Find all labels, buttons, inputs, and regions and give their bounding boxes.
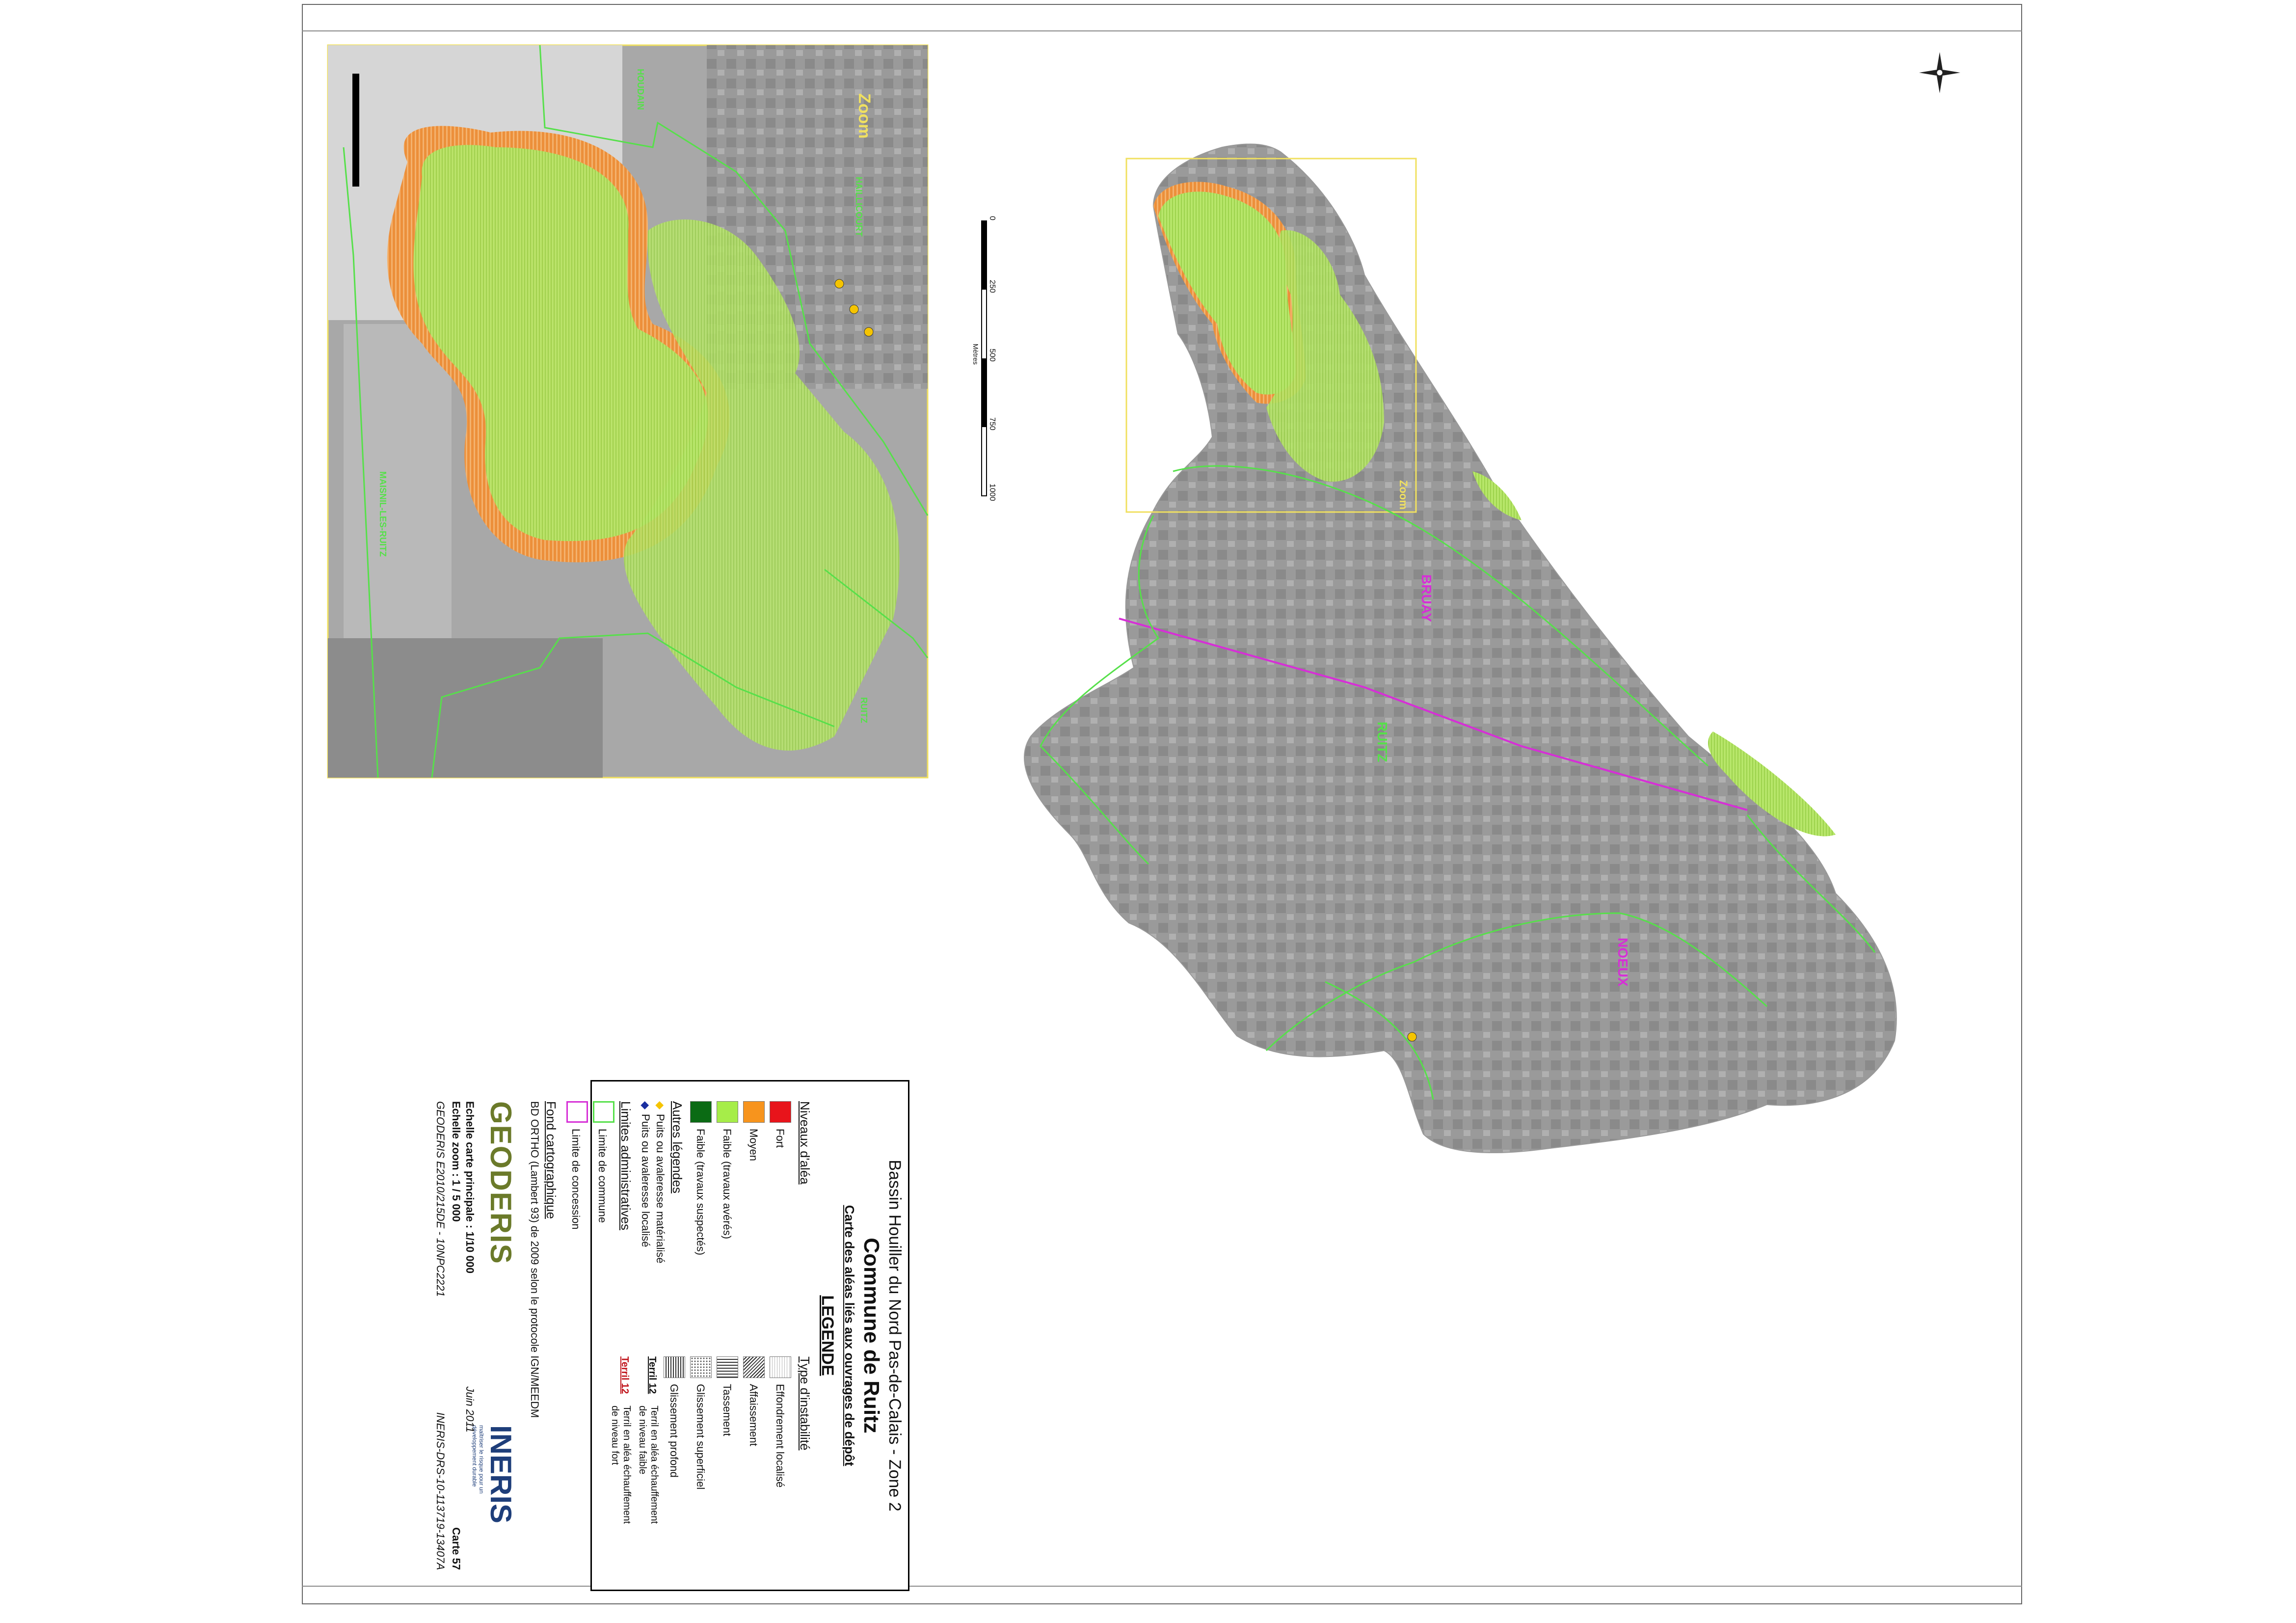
swatch-commune bbox=[593, 1101, 614, 1123]
title-line-1: Bassin Houiller du Nord Pas-de-Calais - … bbox=[885, 1160, 904, 1512]
ref-right: INERIS-DRS-10-113719-13407A bbox=[434, 1412, 447, 1570]
map-sheet: Zoom HOUDAIN HAILLICOURT MAISNIL-LES-RUI… bbox=[0, 0, 2296, 1623]
zoom-commune-label: MAISNIL-LES-RUITZ bbox=[378, 471, 388, 557]
title-line-2: Commune de Ruitz bbox=[859, 1238, 883, 1434]
scale-tick: 1000 bbox=[988, 484, 996, 501]
commune-label-ruitz: RUITZ bbox=[1375, 722, 1390, 762]
fond-text: BD ORTHO (Lambert 93) de 2009 selon le p… bbox=[529, 1101, 541, 1418]
scale-tick: 750 bbox=[988, 417, 996, 431]
legend-heading: LEGENDE bbox=[818, 1295, 837, 1376]
date: Juin 2011 bbox=[464, 1386, 476, 1433]
main-well-marker bbox=[1407, 1032, 1417, 1042]
legend-label: Limite de concession bbox=[570, 1129, 582, 1230]
zoom-label: Zoom bbox=[855, 93, 874, 139]
legend-label: Moyen bbox=[748, 1129, 760, 1162]
legend-label: Fort bbox=[774, 1129, 786, 1148]
ref-left: GEODERIS E2010/215DE - 10NPC2221 bbox=[434, 1101, 447, 1297]
legend-label: de niveau faible bbox=[637, 1406, 648, 1475]
zoom-well-marker bbox=[834, 279, 844, 289]
swatch-concession bbox=[566, 1101, 588, 1123]
ineris-tagline: maîtriser le risque pour un développemen… bbox=[471, 1425, 485, 1494]
scale-tick: 500 bbox=[988, 349, 996, 362]
swatch-glissement-profond bbox=[664, 1356, 685, 1378]
instab-heading: Type d'instabilité bbox=[798, 1356, 812, 1451]
swatch-affaissement bbox=[743, 1356, 765, 1378]
legend-label: Affaissement bbox=[748, 1384, 760, 1446]
zoom-well-marker bbox=[864, 327, 874, 337]
commune-label-noeux: NOEUX bbox=[1615, 938, 1630, 987]
main-map bbox=[1024, 143, 1897, 1154]
legend-panel: Bassin Houiller du Nord Pas-de-Calais - … bbox=[434, 1080, 909, 1591]
carte-number: Carte 57 bbox=[450, 1527, 462, 1570]
swatch-fort bbox=[770, 1101, 791, 1123]
zoom-commune-label: RUITZ bbox=[859, 697, 869, 723]
legend-label: Puits ou avaleresse matérialisé bbox=[654, 1114, 667, 1264]
scale-tick: 250 bbox=[988, 280, 996, 293]
map-graphics bbox=[327, 44, 1960, 1154]
scale-unit: Mètres bbox=[972, 344, 980, 365]
scale-main: Echelle carte principale : 1/10 000 bbox=[464, 1101, 476, 1273]
swatch-moyen bbox=[743, 1101, 765, 1123]
legend-label: Faible (travaux avérés) bbox=[721, 1129, 733, 1239]
zoom-north-marker bbox=[352, 74, 359, 187]
autres-heading: Autres légendes bbox=[670, 1101, 685, 1193]
legend-label: de niveau fort bbox=[610, 1406, 620, 1465]
zoom-commune-label: HOUDAIN bbox=[636, 69, 645, 110]
terril-tag: Terril 12 bbox=[619, 1356, 630, 1394]
commune-label-bruay: BRUAY bbox=[1419, 574, 1434, 622]
legend-label: Glissement profond bbox=[668, 1384, 680, 1478]
niveaux-heading: Niveaux d'aléa bbox=[798, 1101, 812, 1185]
title-line-3: Carte des aléas liés aux ouvrages de dép… bbox=[842, 1205, 857, 1466]
fond-heading: Fond cartographique bbox=[544, 1101, 559, 1219]
terril-tag: Terril 12 bbox=[647, 1356, 658, 1394]
well-materialized-icon: ◆ bbox=[654, 1101, 667, 1109]
well-localized-icon: ◆ bbox=[640, 1101, 652, 1109]
legend-label: Faible (travaux suspectés) bbox=[694, 1129, 707, 1255]
geoderis-logo: GEODERIS bbox=[484, 1101, 517, 1265]
compass-icon bbox=[1919, 52, 1960, 93]
scale-bar bbox=[981, 220, 987, 496]
scale-tick: 0 bbox=[988, 216, 996, 220]
legend-label: Tassement bbox=[721, 1384, 733, 1436]
legend-label: Terril en aléa échauffement bbox=[649, 1406, 660, 1524]
legend-label: Puits ou avaleresse localisé bbox=[640, 1114, 652, 1247]
swatch-effondrement bbox=[770, 1356, 791, 1378]
legend-label: Terril en aléa échauffement bbox=[621, 1406, 632, 1524]
swatch-tassement bbox=[717, 1356, 738, 1378]
zoom-well-marker bbox=[849, 304, 859, 314]
zoom-field-dark bbox=[328, 638, 603, 778]
swatch-faible-averes bbox=[717, 1101, 738, 1123]
zoom-inset bbox=[327, 44, 929, 779]
zoom-commune-label: HAILLICOURT bbox=[854, 177, 864, 237]
legend-label: Limite de commune bbox=[596, 1129, 609, 1223]
ineris-logo: INERIS bbox=[484, 1425, 517, 1524]
limites-heading: Limites administratives bbox=[618, 1101, 633, 1230]
swatch-faible-suspectes bbox=[690, 1101, 712, 1123]
swatch-glissement-superficiel bbox=[690, 1356, 712, 1378]
legend-label: Glissement superficiel bbox=[694, 1384, 707, 1490]
scale-zoom: Echelle zoom : 1 / 5 000 bbox=[450, 1101, 462, 1222]
legend-label: Effondrement localisé bbox=[774, 1384, 786, 1488]
main-map-extent bbox=[1024, 143, 1897, 1154]
main-zoom-label: Zoom bbox=[1397, 480, 1410, 510]
